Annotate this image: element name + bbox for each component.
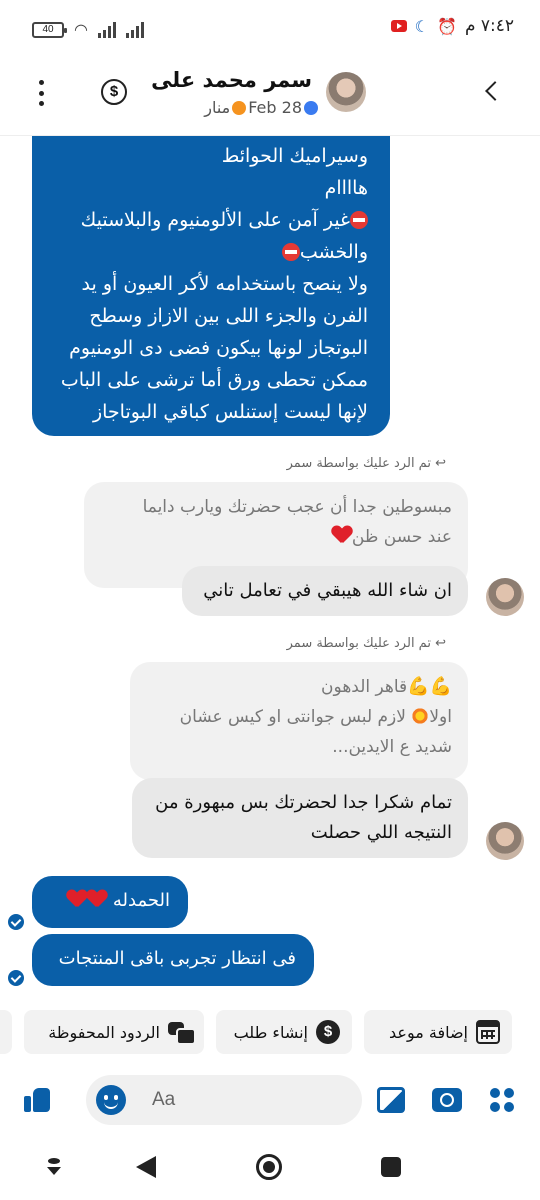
add-appointment-label: إضافة موعد <box>389 1022 468 1042</box>
heart-icon <box>87 890 107 908</box>
message-line: ممكن تحطى ورق أما ترشى على الباب <box>60 369 368 391</box>
signal-2-icon <box>125 21 144 38</box>
message-line: النتيجه اللي حصلت <box>310 822 452 843</box>
saved-replies-label: الردود المحفوظة <box>48 1022 160 1042</box>
message-line: تمام شكرا جدا لحضرتك بس مبهورة من <box>155 792 452 813</box>
reply-arrow-icon: ↩ <box>435 636 446 651</box>
clock: ٧:٤٢ م <box>464 16 514 36</box>
message-line: غير آمن على الألومنيوم والبلاستيك <box>80 209 350 231</box>
contact-meta: Feb 28 منار <box>204 98 318 117</box>
no-entry-icon <box>350 211 368 229</box>
reply-label: ↩ تم الرد عليك بواسطة سمر <box>287 456 446 471</box>
recent-apps-icon[interactable] <box>381 1157 401 1177</box>
message-line: والخشب <box>299 241 368 263</box>
youtube-icon <box>390 20 407 32</box>
status-bar: 40 ◠ ☾ ⏰ ٧:٤٢ م <box>0 0 540 64</box>
gallery-icon[interactable] <box>377 1087 405 1113</box>
quoted-line-with-heart: عند حسن ظن <box>100 522 452 552</box>
status-right: ☾ ⏰ ٧:٤٢ م <box>390 16 514 36</box>
incoming-message[interactable]: ان شاء الله هيبقي في تعامل تاني <box>182 566 468 616</box>
conversation-date: Feb 28 <box>248 98 302 117</box>
message-text: ان شاء الله هيبقي في تعامل تاني <box>203 580 452 601</box>
reply-label: ↩ تم الرد عليك بواسطة سمر <box>287 636 446 651</box>
more-vertical-icon[interactable] <box>30 80 52 106</box>
message-input[interactable]: Aa <box>86 1075 362 1125</box>
dollar-icon: $ <box>316 1020 340 1044</box>
heart-icon <box>67 890 87 908</box>
camera-icon[interactable] <box>432 1088 462 1112</box>
dollar-circle-icon[interactable]: $ <box>101 79 127 105</box>
reply-label-text: تم الرد عليك بواسطة سمر <box>286 636 431 651</box>
outgoing-message[interactable]: فى انتظار تجربى باقى المنتجات <box>32 934 314 986</box>
signal-icon <box>97 21 116 38</box>
create-order-button[interactable]: $ إنشاء طلب <box>216 1010 352 1054</box>
home-nav-icon[interactable] <box>256 1154 282 1180</box>
quoted-line: اولا <box>429 707 452 727</box>
thumbs-up-icon[interactable] <box>24 1086 52 1114</box>
battery-icon: 40 <box>32 21 67 38</box>
message-line-warning: والخشب <box>54 236 368 268</box>
heart-icon <box>332 526 352 544</box>
wifi-icon: ◠ <box>74 20 88 39</box>
chat-header: $ سمر محمد على Feb 28 منار <box>0 64 540 136</box>
saved-replies-button[interactable]: الردود المحفوظة <box>24 1010 204 1054</box>
message-line: وسيراميك الحوائط <box>221 145 368 167</box>
contact-avatar[interactable] <box>326 72 366 112</box>
message-line: الفرن والجزء اللى بين الازاز وسطح <box>89 305 368 327</box>
chevron-left-icon[interactable] <box>485 81 505 101</box>
no-entry-icon <box>281 243 300 261</box>
more-apps-icon[interactable] <box>490 1088 516 1114</box>
message-text: فى انتظار تجربى باقى المنتجات <box>58 948 296 969</box>
back-nav-icon[interactable] <box>136 1156 156 1178</box>
message-line-warning: غير آمن على الألومنيوم والبلاستيك <box>54 204 368 236</box>
delivered-check-icon <box>8 970 24 986</box>
chip-partial[interactable] <box>0 1010 12 1054</box>
status-left: 40 ◠ <box>32 20 144 39</box>
sender-avatar[interactable] <box>486 578 524 616</box>
phone-icon: ☾ <box>414 16 430 36</box>
add-appointment-button[interactable]: إضافة موعد <box>364 1010 512 1054</box>
message-line: ولا ينصح باستخدامه لأكر العيون أو يد <box>81 273 368 295</box>
outgoing-message-long[interactable]: يستخدم لتنظيف الأفران والجريلات وسيراميك… <box>32 116 390 436</box>
quoted-line: قاهر الدهون <box>321 677 408 697</box>
system-nav-bar <box>0 1138 540 1200</box>
calendar-icon <box>476 1020 500 1044</box>
alarm-icon: ⏰ <box>437 16 457 36</box>
quoted-line-with-emoji: اولا لازم لبس جوانتى او كيس عشان <box>146 702 452 732</box>
message-input-placeholder: Aa <box>152 1089 176 1110</box>
message-line: البوتجاز لونها بيكون فضى دى الومنيوم <box>69 337 368 359</box>
agent-dot <box>232 100 247 115</box>
incoming-message[interactable]: تمام شكرا جدا لحضرتك بس مبهورة من النتيج… <box>132 778 468 858</box>
message-text: الحمدله <box>112 890 170 911</box>
delivered-check-icon <box>8 914 24 930</box>
outgoing-message[interactable]: الحمدله <box>32 876 188 928</box>
quoted-line: مبسوطين جدا أن عجب حضرتك ويارب دايما <box>142 497 452 517</box>
quoted-line-with-emoji: 💪💪قاهر الدهون <box>146 672 452 702</box>
status-dot-blue <box>304 100 318 115</box>
accessibility-icon[interactable] <box>46 1158 62 1176</box>
chat-bubbles-icon <box>168 1020 196 1045</box>
quoted-line: شديد ع الايدين... <box>332 737 452 757</box>
message-line: لإنها ليست إستنلس كباقي البوتاجاز <box>92 401 368 423</box>
sender-avatar[interactable] <box>486 822 524 860</box>
assigned-agent: منار <box>204 98 231 117</box>
battery-level: 40 <box>42 23 54 35</box>
reply-arrow-icon: ↩ <box>435 456 446 471</box>
quoted-line: عند حسن ظن <box>351 527 452 547</box>
emoji-icon[interactable] <box>96 1085 126 1115</box>
quoted-line: لازم لبس جوانتى او كيس عشان <box>179 707 412 727</box>
message-line: هاااام <box>324 177 368 199</box>
message-composer: Aa <box>0 1072 540 1132</box>
reply-label-text: تم الرد عليك بواسطة سمر <box>286 456 431 471</box>
contact-name[interactable]: سمر محمد على <box>151 68 312 92</box>
collision-icon <box>411 707 430 725</box>
flexed-biceps-icon: 💪💪 <box>407 676 452 697</box>
create-order-label: إنشاء طلب <box>233 1022 308 1042</box>
quoted-message[interactable]: 💪💪قاهر الدهون اولا لازم لبس جوانتى او كي… <box>130 662 468 780</box>
quick-actions-bar: إضافة موعد $ إنشاء طلب الردود المحفوظة <box>0 1010 540 1056</box>
